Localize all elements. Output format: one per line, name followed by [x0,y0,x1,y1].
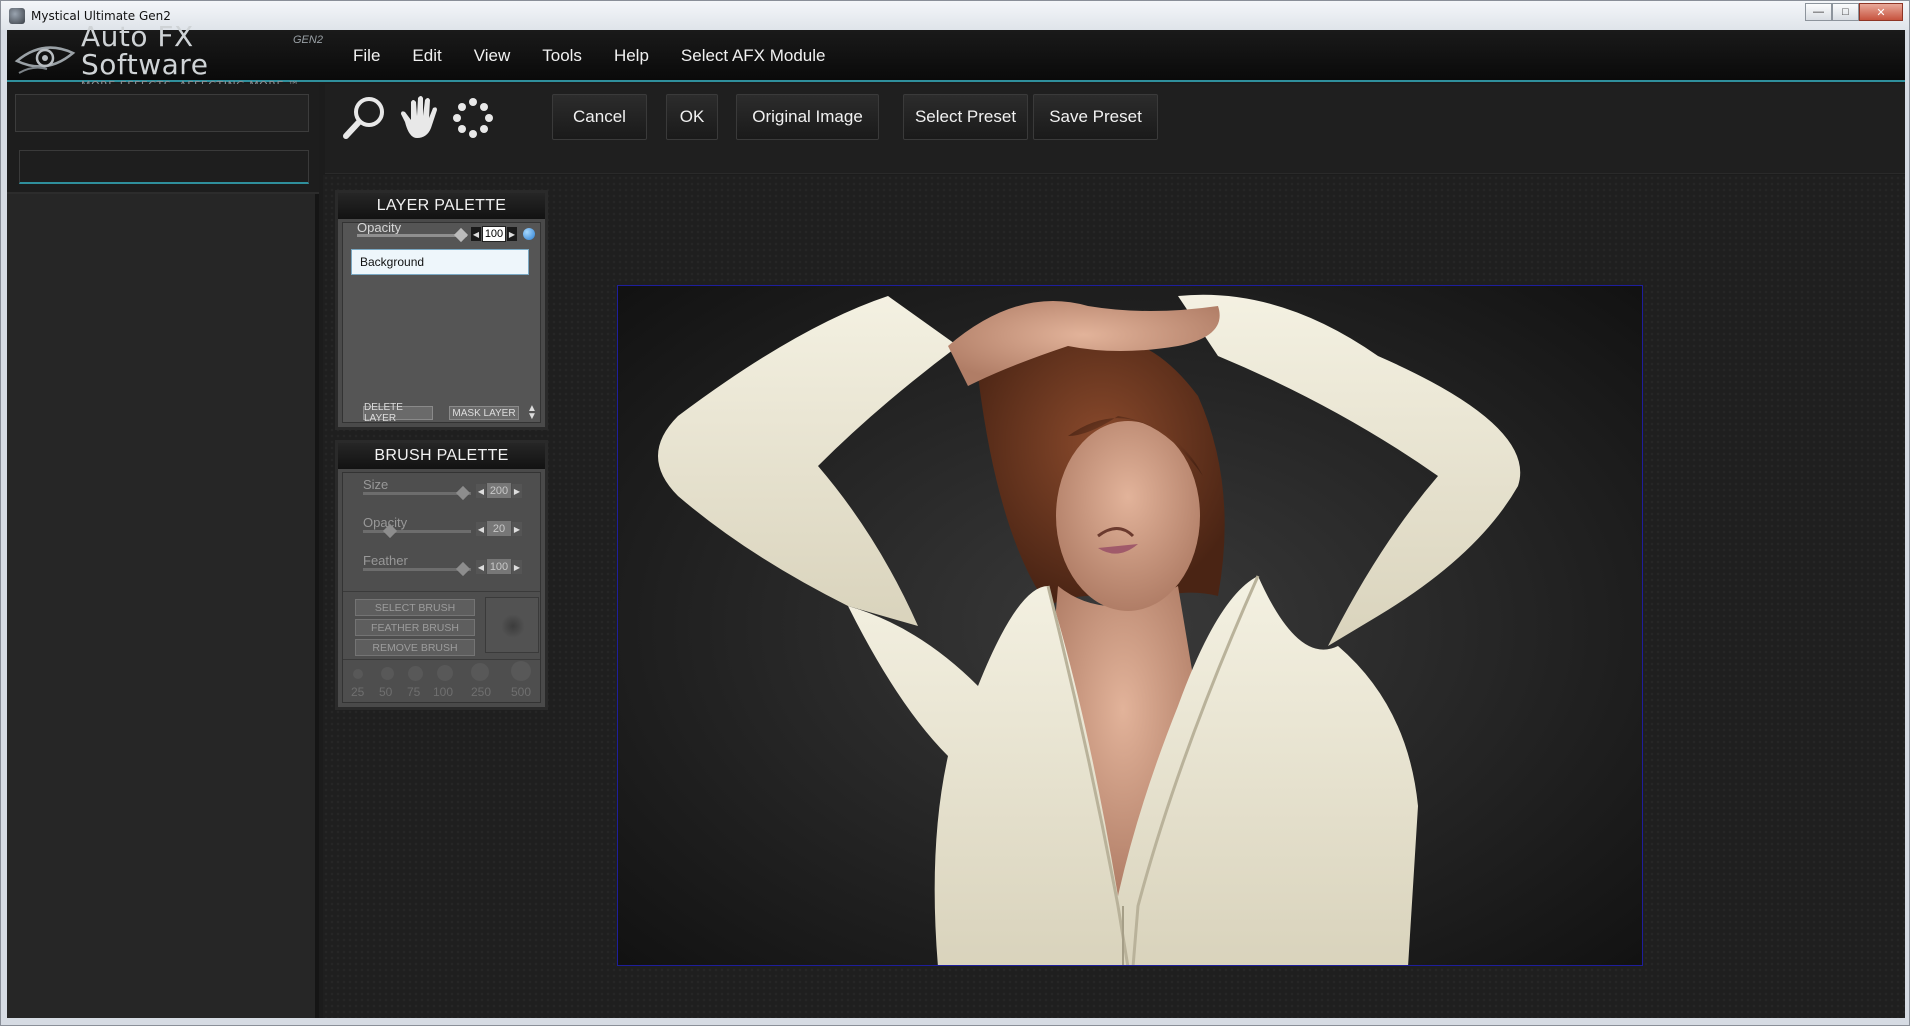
left-panel-input[interactable] [19,150,309,184]
eye-logo-icon [13,35,79,79]
selection-icon[interactable] [449,94,497,142]
layer-opacity-value[interactable]: 100 [482,226,506,242]
brush-opacity-value[interactable]: 20 [487,521,511,536]
original-image-button[interactable]: Original Image [736,94,879,140]
brush-size-100-icon[interactable] [437,665,453,681]
brush-size-25-label: 25 [351,685,365,699]
layer-opacity-slider-thumb[interactable] [453,227,469,243]
divider [343,591,540,592]
brush-feather-increase[interactable]: ▶ [512,560,522,574]
mask-layer-button[interactable]: MASK LAYER [449,406,519,420]
brush-opacity-increase[interactable]: ▶ [512,522,522,536]
auto-fx-logo: Auto FX Software MORE EFFECTS. AFFECTING… [13,22,323,92]
layer-opacity-decrease[interactable]: ◀ [471,227,481,241]
main-menu: File Edit View Tools Help Select AFX Mod… [353,30,857,82]
brush-size-decrease[interactable]: ◀ [476,484,486,498]
brush-feather-decrease[interactable]: ◀ [476,560,486,574]
brush-size-75-icon[interactable] [408,666,423,681]
brush-size-500-icon[interactable] [511,661,531,681]
cancel-button[interactable]: Cancel [552,94,647,140]
logo-gen-badge: GEN2 [293,34,323,46]
left-panel-field[interactable] [15,94,309,132]
brush-size-increase[interactable]: ▶ [512,484,522,498]
image-canvas[interactable] [617,285,1643,966]
remove-brush-button[interactable]: REMOVE BRUSH [355,639,475,656]
select-brush-button[interactable]: SELECT BRUSH [355,599,475,616]
brush-opacity-decrease[interactable]: ◀ [476,522,486,536]
layer-order-icon[interactable]: ▲ ▼ [527,404,537,422]
menu-help[interactable]: Help [614,46,649,66]
brush-palette: BRUSH PALETTE Size ◀ 200 ▶ Opacity ◀ 20 … [335,440,548,710]
brush-preview [485,597,539,653]
hand-icon[interactable] [395,94,443,142]
brush-size-value[interactable]: 200 [487,483,511,498]
brush-size-thumb[interactable] [455,485,471,501]
brush-feather-thumb[interactable] [455,561,471,577]
delete-layer-button[interactable]: DELETE LAYER [363,402,433,424]
brush-size-500-label: 500 [511,685,532,699]
brush-size-100-label: 100 [433,685,454,699]
photo-portrait-woman [618,286,1642,965]
app-body: Auto FX Software MORE EFFECTS. AFFECTING… [7,22,1905,1018]
logo-name: Auto FX Software [81,19,209,81]
layer-palette-title: LAYER PALETTE [338,193,545,219]
close-icon[interactable]: ✕ [1859,3,1903,21]
feather-brush-button[interactable]: FEATHER BRUSH [355,619,475,636]
layer-visibility-icon[interactable] [523,228,535,240]
layer-opacity-label: Opacity [357,220,402,235]
left-panel [7,84,319,1018]
brush-palette-body: Size ◀ 200 ▶ Opacity ◀ 20 ▶ Feather ◀ 10… [342,472,541,703]
window-controls: — □ ✕ [1805,3,1903,21]
left-panel-header [7,84,319,194]
select-preset-button[interactable]: Select Preset [903,94,1028,140]
menu-edit[interactable]: Edit [412,46,441,66]
minimize-icon[interactable]: — [1805,3,1832,21]
layer-opacity-slider[interactable] [357,234,467,237]
menu-select-afx-module[interactable]: Select AFX Module [681,46,826,66]
brush-size-25-icon[interactable] [353,669,363,679]
brush-feather-label: Feather [363,553,408,568]
brush-size-75-label: 75 [407,685,421,699]
brush-preview-icon [501,614,525,638]
brush-size-250-icon[interactable] [471,663,489,681]
menu-tools[interactable]: Tools [542,46,582,66]
brush-size-50-label: 50 [379,685,393,699]
divider [343,659,540,660]
brush-feather-value[interactable]: 100 [487,559,511,574]
layer-opacity-increase[interactable]: ▶ [507,227,517,241]
menu-view[interactable]: View [474,46,511,66]
layer-palette-body: Opacity ◀ 100 ▶ Background DELETE LAYER … [342,220,541,424]
menu-bar: Auto FX Software MORE EFFECTS. AFFECTING… [7,22,1905,92]
brush-size-250-label: 250 [471,685,492,699]
ok-button[interactable]: OK [666,94,718,140]
save-preset-button[interactable]: Save Preset [1033,94,1158,140]
menu-file[interactable]: File [353,46,380,66]
zoom-icon[interactable] [341,94,389,142]
layer-palette: LAYER PALETTE Opacity ◀ 100 ▶ Background… [335,190,548,430]
brush-palette-title: BRUSH PALETTE [338,443,545,469]
brush-size-50-icon[interactable] [381,667,394,680]
layer-item-background[interactable]: Background [351,249,529,275]
app-window: Mystical Ultimate Gen2 — □ ✕ Auto FX Sof… [0,0,1910,1026]
app-icon [9,7,25,24]
maximize-icon[interactable]: □ [1832,3,1859,21]
brush-opacity-slider[interactable] [363,530,471,533]
brush-size-label: Size [363,477,389,492]
toolbar: Cancel OK Original Image Select Preset S… [325,84,1905,174]
